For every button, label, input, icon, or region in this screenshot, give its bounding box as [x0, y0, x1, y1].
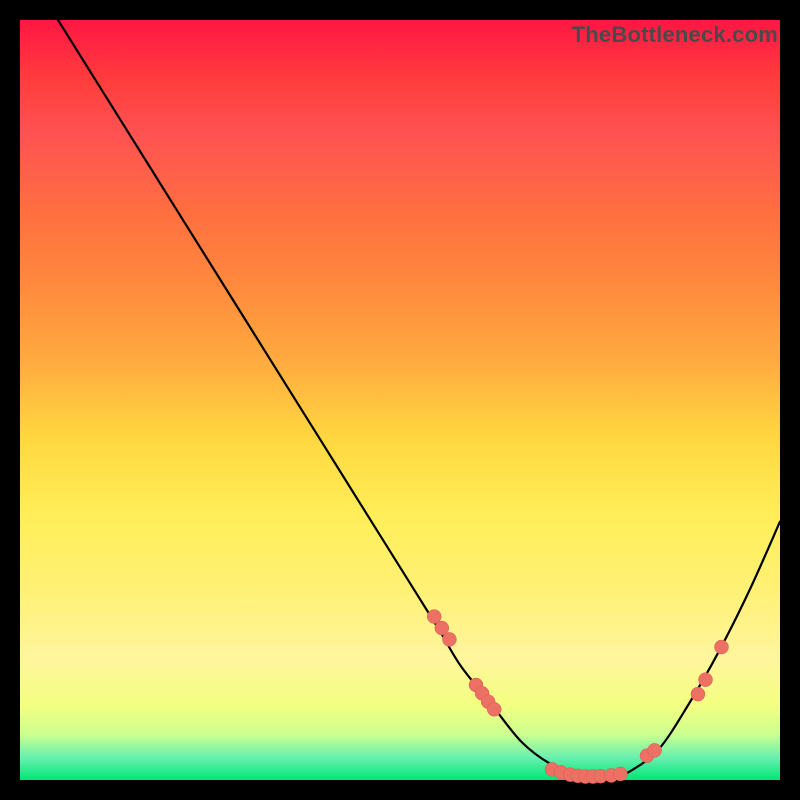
bottleneck-curve — [58, 20, 780, 777]
data-point-marker — [487, 702, 501, 716]
data-point-marker — [699, 673, 713, 687]
data-point-marker — [442, 632, 456, 646]
curve-markers — [427, 610, 728, 784]
data-point-marker — [613, 767, 627, 781]
data-point-marker — [648, 743, 662, 757]
data-point-marker — [714, 640, 728, 654]
plot-area — [20, 20, 780, 780]
data-point-marker — [691, 687, 705, 701]
bottleneck-curve-svg — [20, 20, 780, 780]
watermark-text: TheBottleneck.com — [572, 22, 778, 48]
chart-frame: TheBottleneck.com — [0, 0, 800, 800]
